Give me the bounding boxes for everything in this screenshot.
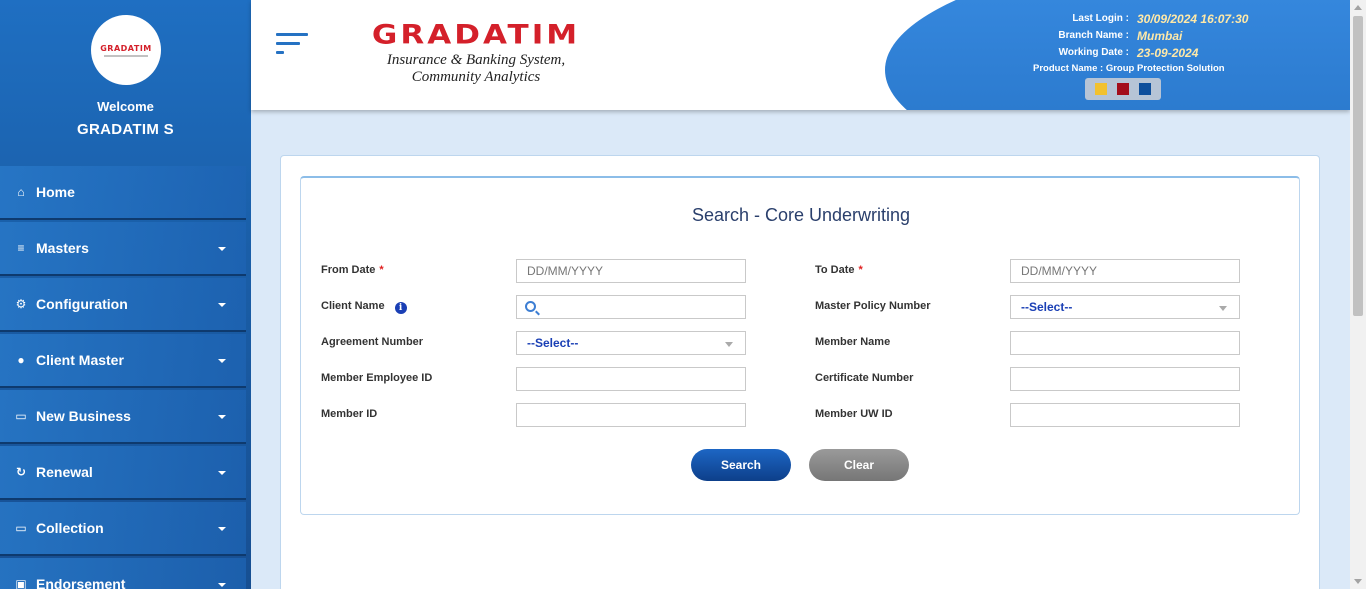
info-icon[interactable]: i <box>394 302 407 314</box>
top-header: GRADATIM Insurance & Banking System, Com… <box>251 0 1350 110</box>
branch-name-label: Branch Name : <box>1058 30 1129 41</box>
working-date-value: 23-09-2024 <box>1137 45 1199 60</box>
branch-name-value: Mumbai <box>1137 28 1183 43</box>
caret-down-icon <box>218 359 226 363</box>
briefcase-icon: ▣ <box>15 577 27 589</box>
brand-logo: GRADATIM Insurance & Banking System, Com… <box>351 10 601 85</box>
vertical-scrollbar[interactable] <box>1350 0 1366 589</box>
from-date-input[interactable]: DD/MM/YYYY <box>516 259 746 283</box>
member-id-input[interactable] <box>516 403 746 427</box>
master-policy-label: Master Policy Number <box>815 300 931 312</box>
monitor-icon: ▭ <box>15 521 27 535</box>
scroll-up-icon[interactable] <box>1354 5 1362 10</box>
sidebar-item-new-business[interactable]: ▭ New Business <box>0 390 246 444</box>
last-login-value: 30/09/2024 16:07:30 <box>1137 11 1249 26</box>
welcome-text: Welcome <box>97 99 154 114</box>
client-name-label-text: Client Name <box>321 300 385 312</box>
agreement-number-label: Agreement Number <box>321 336 424 348</box>
user-icon: ● <box>17 353 25 367</box>
certificate-number-label: Certificate Number <box>815 372 914 384</box>
caret-down-icon <box>218 527 226 531</box>
sidebar-item-label: Renewal <box>36 464 93 480</box>
sidebar-item-label: Endorsement <box>36 576 126 589</box>
from-date-label: From Date * <box>321 264 384 276</box>
logo-title: GRADATIM <box>371 19 581 51</box>
sidebar-item-label: Masters <box>36 240 89 256</box>
sidebar-item-renewal[interactable]: ↻ Renewal <box>0 446 246 500</box>
theme-switcher <box>1085 78 1161 100</box>
from-date-label-text: From Date <box>321 264 376 276</box>
scroll-down-icon[interactable] <box>1354 579 1362 584</box>
session-info: Last Login : 30/09/2024 16:07:30 Branch … <box>1025 10 1325 61</box>
sidebar-item-label: Home <box>36 184 75 200</box>
logo-subtitle: Insurance & Banking System, Community An… <box>386 52 566 85</box>
home-icon: ⌂ <box>17 185 25 199</box>
sidebar-item-configuration[interactable]: ⚙ Configuration <box>0 278 246 332</box>
search-icon <box>525 301 536 312</box>
certificate-number-input[interactable] <box>1010 367 1240 391</box>
member-name-input[interactable] <box>1010 331 1240 355</box>
clear-button[interactable]: Clear <box>809 449 909 481</box>
sidebar-item-home[interactable]: ⌂ Home <box>0 166 246 220</box>
agreement-number-select[interactable]: --Select-- <box>516 331 746 355</box>
chevron-down-icon <box>725 342 733 347</box>
working-date-label: Working Date : <box>1058 47 1129 58</box>
theme-yellow-swatch[interactable] <box>1095 83 1107 95</box>
sidebar: GRADATIM Welcome GRADATIM S ⌂ Home ≡ Mas… <box>0 0 251 589</box>
client-name-input[interactable] <box>516 295 746 319</box>
master-policy-select[interactable]: --Select-- <box>1010 295 1240 319</box>
caret-down-icon <box>218 303 226 307</box>
refresh-icon: ↻ <box>15 465 27 479</box>
caret-down-icon <box>218 583 226 587</box>
required-marker: * <box>379 264 384 276</box>
search-button[interactable]: Search <box>691 449 791 481</box>
to-date-label: To Date * <box>815 264 863 276</box>
member-employee-id-input[interactable] <box>516 367 746 391</box>
hamburger-menu-icon[interactable] <box>276 33 308 57</box>
member-uw-id-label: Member UW ID <box>815 408 893 420</box>
agreement-number-selected: --Select-- <box>527 336 579 350</box>
page-title: Search - Core Underwriting <box>691 205 911 225</box>
product-name: Product Name : Group Protection Solution <box>1033 63 1225 74</box>
member-name-label: Member Name <box>815 336 891 348</box>
gears-icon: ⚙ <box>15 297 27 311</box>
theme-red-swatch[interactable] <box>1117 83 1129 95</box>
client-name-label: Client Name i <box>321 300 407 314</box>
chevron-down-icon <box>1219 306 1227 311</box>
sidebar-item-label: New Business <box>36 408 131 424</box>
sidebar-item-label: Configuration <box>36 296 128 312</box>
scroll-thumb[interactable] <box>1353 16 1363 316</box>
caret-down-icon <box>218 247 226 251</box>
avatar-logo-line <box>104 54 148 57</box>
sidebar-item-collection[interactable]: ▭ Collection <box>0 502 246 556</box>
last-login-label: Last Login : <box>1072 13 1129 24</box>
member-id-label: Member ID <box>321 408 378 420</box>
sidebar-item-label: Collection <box>36 520 104 536</box>
sidebar-item-endorsement[interactable]: ▣ Endorsement <box>0 558 246 589</box>
user-name: GRADATIM S <box>77 121 174 138</box>
required-marker: * <box>858 264 863 276</box>
avatar: GRADATIM <box>91 15 161 85</box>
caret-down-icon <box>218 471 226 475</box>
theme-blue-swatch[interactable] <box>1139 83 1151 95</box>
master-policy-selected: --Select-- <box>1021 300 1073 314</box>
database-icon: ≡ <box>17 241 25 255</box>
to-date-placeholder: DD/MM/YYYY <box>1021 264 1098 278</box>
from-date-placeholder: DD/MM/YYYY <box>527 264 604 278</box>
sidebar-item-client-master[interactable]: ● Client Master <box>0 334 246 388</box>
sidebar-item-masters[interactable]: ≡ Masters <box>0 222 246 276</box>
to-date-input[interactable]: DD/MM/YYYY <box>1010 259 1240 283</box>
profile-section: GRADATIM Welcome GRADATIM S <box>0 0 251 158</box>
header-info-panel: Last Login : 30/09/2024 16:07:30 Branch … <box>885 0 1350 110</box>
member-employee-id-label: Member Employee ID <box>321 372 433 384</box>
member-uw-id-input[interactable] <box>1010 403 1240 427</box>
to-date-label-text: To Date <box>815 264 855 276</box>
avatar-logo-text: GRADATIM <box>100 43 152 53</box>
sidebar-item-label: Client Master <box>36 352 124 368</box>
caret-down-icon <box>218 415 226 419</box>
monitor-icon: ▭ <box>15 409 27 423</box>
